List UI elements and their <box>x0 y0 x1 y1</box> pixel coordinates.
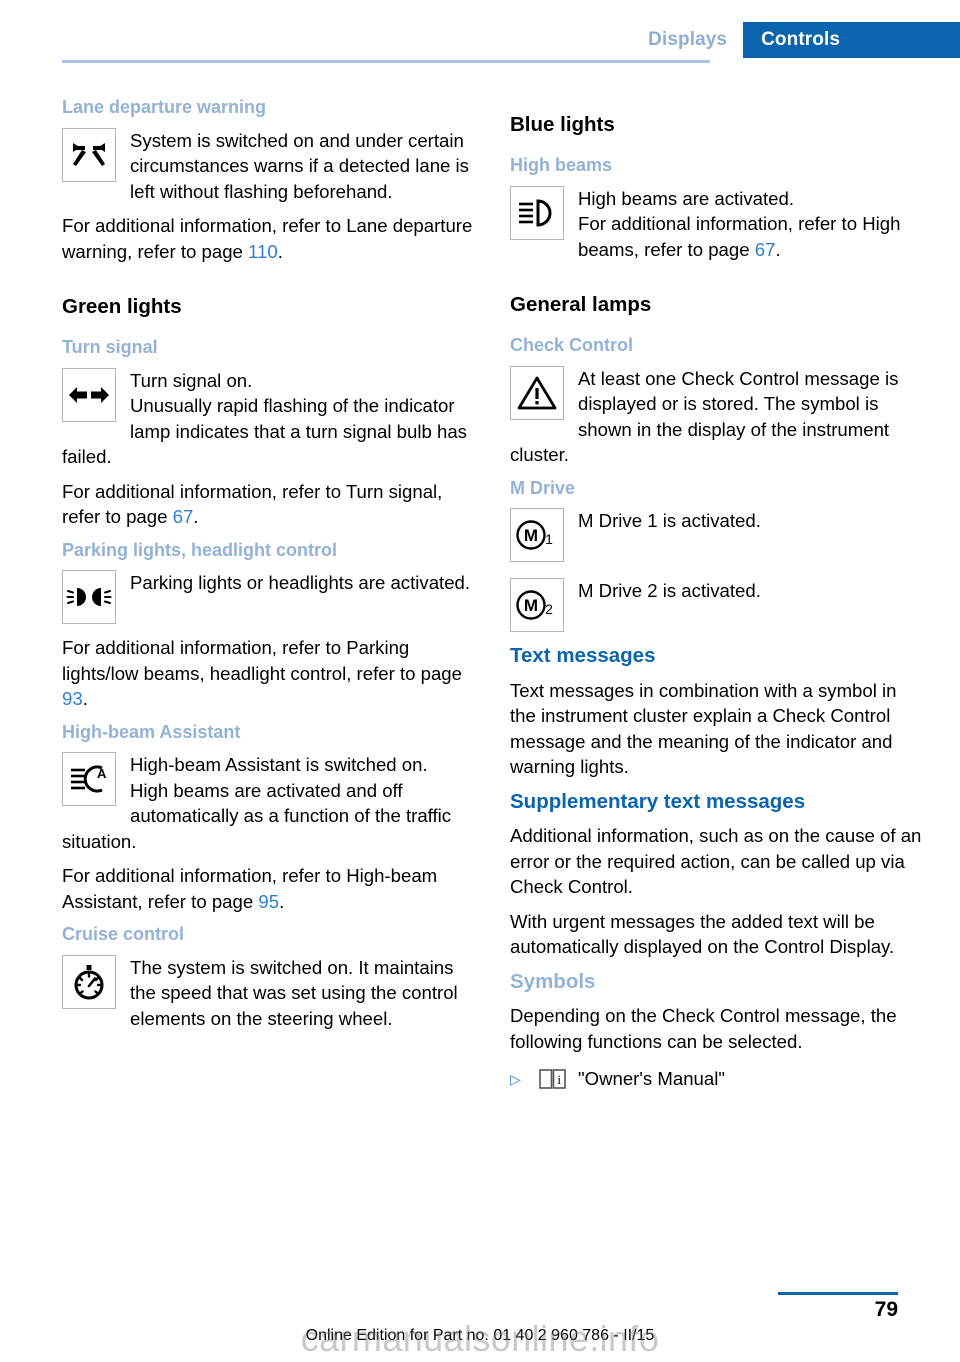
lane-departure-warning-reference: For additional information, refer to Lan… <box>62 213 474 264</box>
supplementary-paragraph-1: Additional information, such as on the c… <box>510 825 922 898</box>
ref-text: For additional information, refer to Tur… <box>62 480 443 528</box>
m-drive-1-icon: M 1 <box>510 508 564 562</box>
lane-departure-warning-icon <box>62 127 116 182</box>
check-control-text: At least one Check Control message is di… <box>510 367 899 466</box>
page-link-67-turn[interactable]: 67 <box>173 506 194 527</box>
turn-signal-line1: Turn signal on. <box>130 369 253 391</box>
entry-high-beam-assistant: A High-beam Assistant is switched on. Hi… <box>62 752 474 854</box>
ref-period: . <box>193 506 199 527</box>
cruise-control-icon <box>62 954 116 1009</box>
right-column: Blue lights High beams High beams are ac… <box>510 96 922 1092</box>
heading-text-messages: Text messages <box>510 644 656 667</box>
page-number: 79 <box>874 1298 898 1321</box>
supplementary-paragraph-2: With urgent messages the added text will… <box>510 910 895 958</box>
turn-signal-reference: For additional information, refer to Tur… <box>62 479 474 530</box>
entry-high-beams: High beams are activated. For additional… <box>510 185 922 263</box>
heading-turn-signal: Turn signal <box>62 337 158 357</box>
entry-lane-departure-warning: System is switched on and under certain … <box>62 127 474 205</box>
page-link-93[interactable]: 93 <box>62 688 83 709</box>
ref-period: . <box>279 890 285 912</box>
page-footer: 79 Online Edition for Part no. 01 40 2 9… <box>0 1270 960 1362</box>
heading-parking-lights: Parking lights, headlight control <box>62 539 338 560</box>
heading-lane-departure-warning: Lane departure warning <box>62 97 267 117</box>
parking-lights-icon <box>62 570 116 624</box>
list-item-owners-manual[interactable]: ▷ i "Owner's Manual" <box>510 1066 922 1092</box>
owners-manual-label: "Owner's Manual" <box>578 1068 725 1090</box>
tab-displays[interactable]: Displays <box>648 22 744 58</box>
m-drive-2-icon: M 2 <box>510 578 564 632</box>
svg-text:i: i <box>557 1072 561 1087</box>
m-drive-2-text: M Drive 2 is activated. <box>578 580 761 601</box>
lane-departure-warning-text: System is switched on and under certain … <box>130 129 469 202</box>
footer-note: Online Edition for Part no. 01 40 2 960 … <box>305 1327 655 1344</box>
entry-m-drive-1: M 1 M Drive 1 is activated. <box>510 508 922 564</box>
high-beam-assistant-reference: For additional information, refer to Hig… <box>62 863 474 914</box>
page-header: Displays Controls <box>0 0 960 64</box>
ref-text: For additional information, refer to Hig… <box>578 213 901 260</box>
high-beam-assistant-line1: High-beam Assistant is switched on. <box>130 754 428 775</box>
heading-check-control: Check Control <box>510 335 634 355</box>
high-beams-reference: For additional information, refer to Hig… <box>510 211 922 262</box>
cruise-control-text: The system is switched on. It maintains … <box>130 956 458 1029</box>
m-drive-1-text: M Drive 1 is activated. <box>578 510 761 531</box>
entry-turn-signal: Turn signal on. Unusually rapid flashing… <box>62 367 474 470</box>
entry-parking-lights: Parking lights or headlights are activat… <box>62 570 474 626</box>
parking-lights-reference: For additional information, refer to Par… <box>62 635 474 712</box>
entry-cruise-control: The system is switched on. It maintains … <box>62 954 474 1032</box>
svg-text:2: 2 <box>545 601 553 617</box>
high-beam-assistant-icon: A <box>62 752 116 806</box>
ref-text: For additional information, refer to Par… <box>62 637 462 684</box>
warning-triangle-icon <box>510 365 564 420</box>
ref-period: . <box>82 688 88 709</box>
content-columns: Lane departure warning System is switche… <box>62 96 922 1092</box>
header-divider <box>62 60 710 63</box>
heading-high-beams: High beams <box>510 155 613 175</box>
page-link-110[interactable]: 110 <box>248 241 278 262</box>
triangle-bullet-icon: ▷ <box>510 1071 521 1088</box>
heading-cruise-control: Cruise control <box>62 924 185 944</box>
owners-manual-book-icon: i <box>538 1067 568 1091</box>
heading-green-lights: Green lights <box>62 295 182 318</box>
symbols-paragraph: Depending on the Check Control message, … <box>510 1005 897 1052</box>
high-beams-icon <box>510 185 564 240</box>
heading-supplementary-text-messages: Supplementary text messages <box>510 789 806 813</box>
page-link-67-highbeams[interactable]: 67 <box>755 239 776 260</box>
high-beam-assistant-line2: High beams are activated and off automat… <box>62 779 452 852</box>
tab-controls[interactable]: Controls <box>743 22 960 58</box>
heading-symbols: Symbols <box>510 969 596 993</box>
ref-period: . <box>277 240 283 262</box>
turn-signal-line2: Unusually rapid flashing of the indicato… <box>62 395 467 467</box>
heading-high-beam-assistant: High-beam Assistant <box>62 721 241 742</box>
ref-period: . <box>775 238 781 260</box>
svg-text:M: M <box>524 596 538 615</box>
heading-blue-lights: Blue lights <box>510 113 615 136</box>
page-link-95[interactable]: 95 <box>258 891 279 912</box>
ref-text: For additional information, refer to Hig… <box>62 865 438 912</box>
entry-check-control: At least one Check Control message is di… <box>510 365 922 468</box>
entry-m-drive-2: M 2 M Drive 2 is activated. <box>510 578 922 634</box>
text-messages-paragraph: Text messages in combination with a symb… <box>510 679 897 778</box>
heading-general-lamps: General lamps <box>510 293 652 316</box>
left-column: Lane departure warning System is switche… <box>62 96 474 1092</box>
svg-text:M: M <box>524 526 538 545</box>
svg-text:A: A <box>97 766 107 781</box>
high-beams-line1: High beams are activated. <box>578 187 795 209</box>
footer-divider <box>778 1292 898 1295</box>
breadcrumb-tabs: Displays Controls <box>648 22 960 58</box>
heading-m-drive: M Drive <box>510 477 576 498</box>
svg-text:1: 1 <box>545 531 553 547</box>
turn-signal-icon <box>62 367 116 422</box>
parking-lights-text: Parking lights or headlights are activat… <box>130 572 471 593</box>
